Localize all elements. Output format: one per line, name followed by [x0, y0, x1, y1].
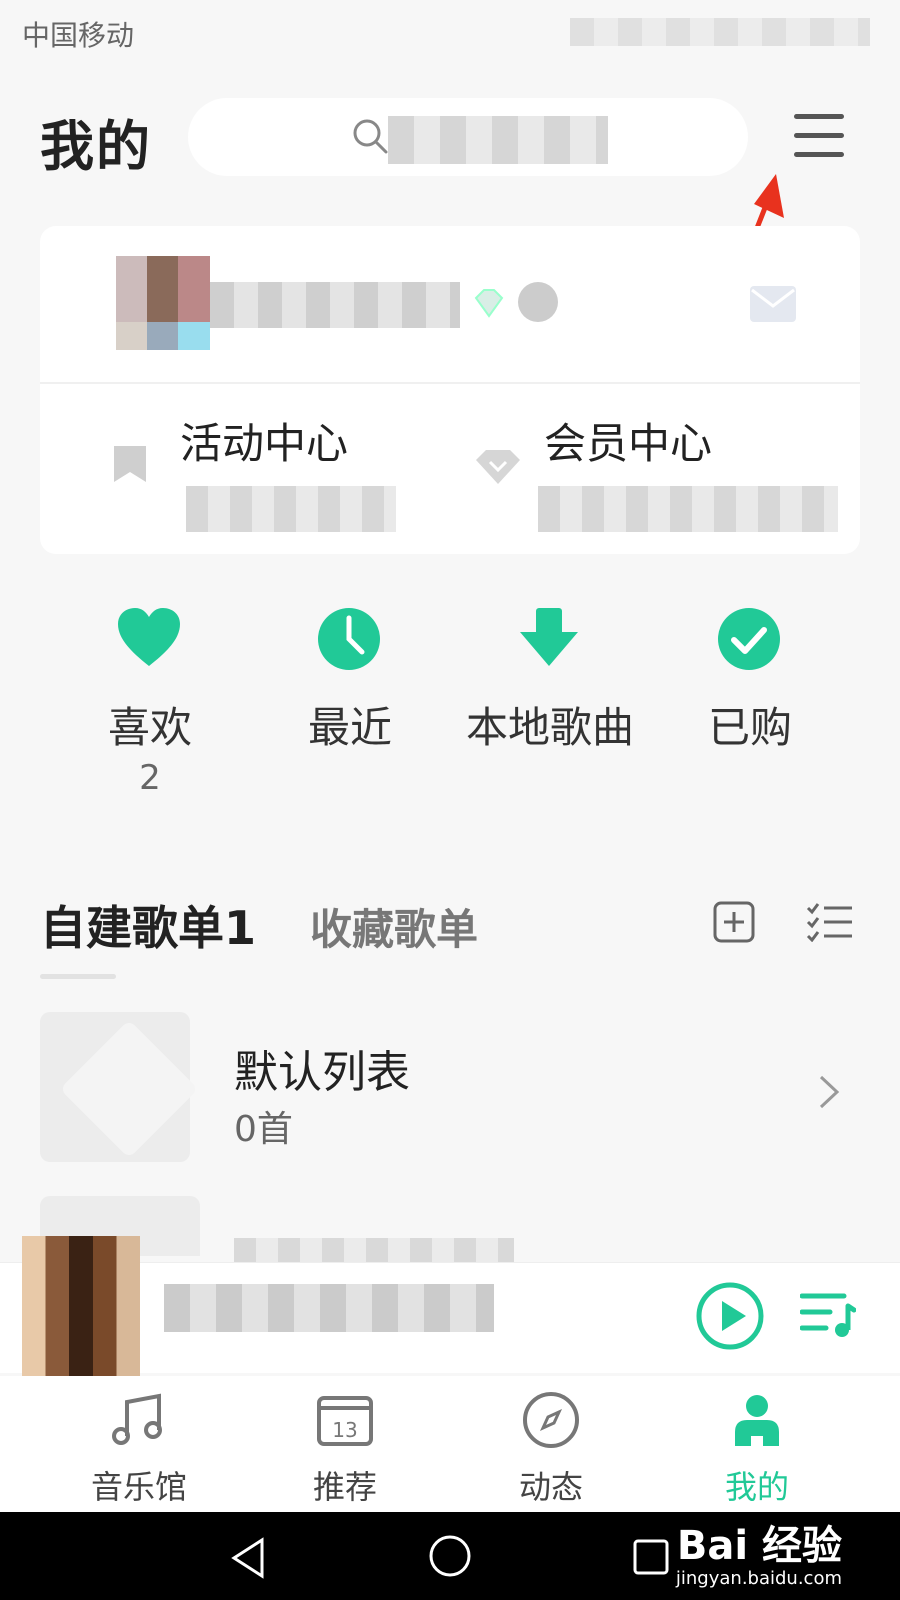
calendar-date: 13 — [332, 1418, 358, 1442]
home-icon[interactable] — [428, 1534, 472, 1578]
quick-action-purchased[interactable]: 已购 — [650, 606, 850, 766]
diamond-icon — [476, 450, 520, 484]
playlist-count: 0首 — [234, 1109, 293, 1150]
download-icon — [520, 608, 578, 666]
avatar[interactable] — [116, 256, 210, 350]
card-divider — [40, 382, 860, 384]
quick-action-local-songs[interactable]: 本地歌曲 — [450, 606, 650, 766]
tab-collected-playlists[interactable]: 收藏歌单 — [310, 896, 478, 957]
playlist-title: 默认列表 — [234, 1047, 410, 1098]
chevron-right-icon — [819, 1075, 840, 1109]
watermark-url: jingyan.baidu.com — [675, 1568, 842, 1589]
favorites-count: 2 — [139, 758, 161, 798]
nav-label: 音乐馆 — [90, 1468, 187, 1506]
search-placeholder-blurred — [388, 116, 608, 164]
system-nav-bar: Bai 经验 jingyan.baidu.com — [0, 1512, 900, 1600]
quick-action-favorites[interactable]: 喜欢 2 — [50, 606, 250, 816]
status-icons-blurred — [570, 18, 870, 46]
quick-action-label: 已购 — [707, 703, 792, 752]
activity-center-subtitle-blurred — [186, 486, 396, 532]
quick-action-label: 喜欢 — [107, 703, 192, 752]
music-note-icon — [112, 1393, 162, 1445]
now-playing-title-blurred — [164, 1284, 494, 1332]
member-center-link[interactable]: 会员中心 — [544, 410, 712, 471]
quick-action-label: 最近 — [307, 703, 392, 752]
heart-icon — [118, 608, 180, 666]
watermark: Bai 经验 jingyan.baidu.com — [676, 1526, 842, 1588]
recents-icon[interactable] — [632, 1538, 670, 1576]
manage-list-icon[interactable] — [806, 902, 854, 942]
watermark-brand: Bai 经验 — [676, 1523, 842, 1569]
play-button[interactable] — [696, 1282, 764, 1350]
bookmark-icon — [114, 446, 146, 482]
mail-icon[interactable] — [748, 284, 798, 324]
search-icon — [353, 119, 388, 154]
nav-item-feed[interactable]: 动态 — [476, 1376, 626, 1512]
clock-icon — [318, 608, 380, 670]
nav-label: 推荐 — [312, 1468, 377, 1506]
tab-created-playlists[interactable]: 自建歌单1 — [40, 892, 256, 958]
activity-center-link[interactable]: 活动中心 — [180, 410, 348, 471]
member-center-subtitle-blurred — [538, 486, 838, 532]
now-playing-cover[interactable] — [22, 1236, 140, 1376]
nav-item-music-hall[interactable]: 音乐馆 — [64, 1376, 214, 1512]
nav-label: 动态 — [518, 1468, 583, 1506]
music-badge-icon — [518, 282, 558, 322]
playlist-queue-icon[interactable] — [800, 1288, 856, 1340]
quick-action-label: 本地歌曲 — [465, 703, 634, 752]
compass-icon — [523, 1392, 579, 1448]
playlist-title-blurred — [234, 1238, 514, 1264]
nav-item-recommend[interactable]: 13 推荐 — [270, 1376, 420, 1512]
username-blurred[interactable] — [210, 282, 460, 328]
tab-underline — [40, 974, 116, 979]
person-icon — [735, 1395, 779, 1446]
vip-diamond-icon — [474, 289, 504, 318]
bottom-nav: 音乐馆 13 推荐 动态 我的 — [0, 1376, 900, 1512]
menu-icon[interactable] — [794, 114, 844, 164]
check-circle-icon — [718, 608, 780, 670]
nav-label: 我的 — [724, 1468, 789, 1506]
carrier-label: 中国移动 — [22, 19, 135, 52]
quick-action-recent[interactable]: 最近 — [250, 606, 450, 766]
nav-item-mine[interactable]: 我的 — [682, 1376, 832, 1512]
page-title: 我的 — [40, 115, 152, 178]
back-icon[interactable] — [228, 1536, 268, 1580]
add-playlist-icon[interactable] — [712, 900, 756, 944]
